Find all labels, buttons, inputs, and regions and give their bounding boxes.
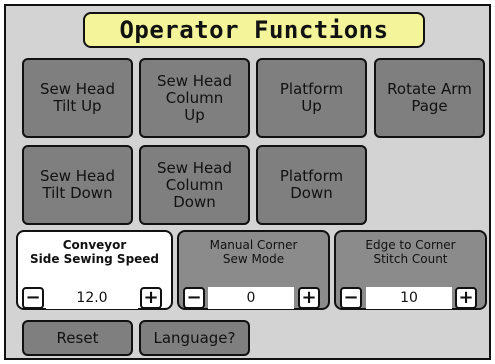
conveyor-speed-label: Conveyor Side Sewing Speed	[29, 238, 160, 266]
edge-to-corner-increment-button[interactable]: +	[455, 287, 477, 309]
edge-to-corner-stitch-value: 10	[366, 287, 452, 309]
sew-head-column-down-label: Sew Head Column Down	[156, 158, 232, 211]
manual-corner-decrement-button[interactable]: −	[183, 287, 205, 309]
edge-to-corner-decrement-button[interactable]: −	[340, 287, 362, 309]
page-title: Operator Functions	[83, 12, 425, 48]
sew-head-tilt-up-button[interactable]: Sew Head Tilt Up	[22, 58, 133, 138]
sew-head-tilt-up-label: Sew Head Tilt Up	[39, 80, 115, 115]
reset-button[interactable]: Reset	[22, 320, 133, 356]
sew-head-column-up-button[interactable]: Sew Head Column Up	[139, 58, 250, 138]
language-label: Language?	[153, 328, 236, 347]
sew-head-tilt-down-label: Sew Head Tilt Down	[39, 167, 115, 202]
conveyor-speed-increment-button[interactable]: +	[140, 287, 162, 309]
sew-head-column-up-label: Sew Head Column Up	[156, 71, 232, 124]
rotate-arm-page-label: Rotate Arm Page	[387, 80, 472, 115]
manual-corner-sew-mode-label: Manual Corner Sew Mode	[209, 238, 298, 266]
reset-label: Reset	[56, 328, 99, 347]
edge-to-corner-stitch-label: Edge to Corner Stitch Count	[365, 238, 456, 266]
rotate-arm-page-button[interactable]: Rotate Arm Page	[374, 58, 485, 138]
platform-down-label: Platform Down	[279, 167, 344, 202]
conveyor-speed-value: 12.0	[46, 287, 138, 309]
manual-corner-sew-mode-value: 0	[208, 287, 294, 309]
manual-corner-increment-button[interactable]: +	[298, 287, 320, 309]
platform-up-label: Platform Up	[279, 80, 344, 115]
language-button[interactable]: Language?	[139, 320, 250, 356]
platform-down-button[interactable]: Platform Down	[256, 145, 367, 225]
sew-head-tilt-down-button[interactable]: Sew Head Tilt Down	[22, 145, 133, 225]
conveyor-speed-decrement-button[interactable]: −	[22, 287, 44, 309]
sew-head-column-down-button[interactable]: Sew Head Column Down	[139, 145, 250, 225]
platform-up-button[interactable]: Platform Up	[256, 58, 367, 138]
